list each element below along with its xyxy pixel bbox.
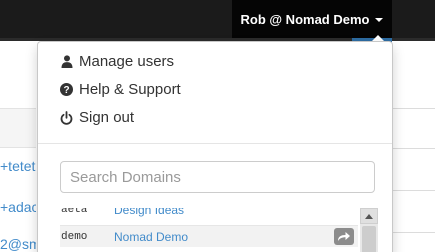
domain-list-scrollbar[interactable] xyxy=(360,208,378,252)
background-divider xyxy=(392,148,435,149)
caret-down-icon xyxy=(375,17,384,22)
menu-divider xyxy=(38,143,392,144)
scroll-thumb[interactable] xyxy=(362,226,376,252)
share-arrow-button[interactable] xyxy=(334,228,354,245)
background-table-header xyxy=(0,108,36,148)
background-link[interactable]: +adac xyxy=(0,199,36,215)
search-domains-input[interactable] xyxy=(60,161,375,193)
menu-item-manage-users[interactable]: Manage users xyxy=(60,53,174,70)
svg-text:?: ? xyxy=(63,85,69,96)
triangle-up-icon xyxy=(365,213,373,219)
top-navbar: Rob @ Nomad Demo xyxy=(0,0,435,38)
background-divider xyxy=(392,108,435,109)
background-divider xyxy=(392,232,435,233)
domain-id: demo xyxy=(61,230,88,243)
domain-row[interactable]: aeta Design Ideas xyxy=(60,208,358,221)
domain-name-link[interactable]: Design Ideas xyxy=(114,208,184,217)
background-panel xyxy=(392,42,435,252)
account-label: Rob @ Nomad Demo xyxy=(240,11,370,27)
menu-item-label: Manage users xyxy=(79,53,175,70)
account-menu-toggle[interactable]: Rob @ Nomad Demo xyxy=(232,0,392,38)
share-arrow-icon xyxy=(338,232,350,241)
domain-row-current[interactable]: demo Nomad Demo xyxy=(60,225,358,247)
account-dropdown-menu: Manage users ? Help & Support Sign out a… xyxy=(37,41,393,252)
domain-list: aeta Design Ideas demo Nomad Demo xyxy=(60,208,378,252)
scroll-up-button[interactable] xyxy=(360,208,378,224)
menu-item-label: Help & Support xyxy=(79,81,181,98)
domain-id: aeta xyxy=(61,208,88,216)
domain-name-link[interactable]: Nomad Demo xyxy=(114,230,188,244)
power-icon xyxy=(60,110,73,125)
background-link[interactable]: +tetet xyxy=(0,158,36,174)
background-link[interactable]: 2@sm xyxy=(0,236,36,252)
menu-item-sign-out[interactable]: Sign out xyxy=(60,109,134,126)
user-icon xyxy=(60,55,73,69)
question-circle-icon: ? xyxy=(60,83,73,97)
menu-item-label: Sign out xyxy=(79,109,135,126)
menu-item-help-support[interactable]: ? Help & Support xyxy=(60,81,181,98)
background-divider xyxy=(392,190,435,191)
